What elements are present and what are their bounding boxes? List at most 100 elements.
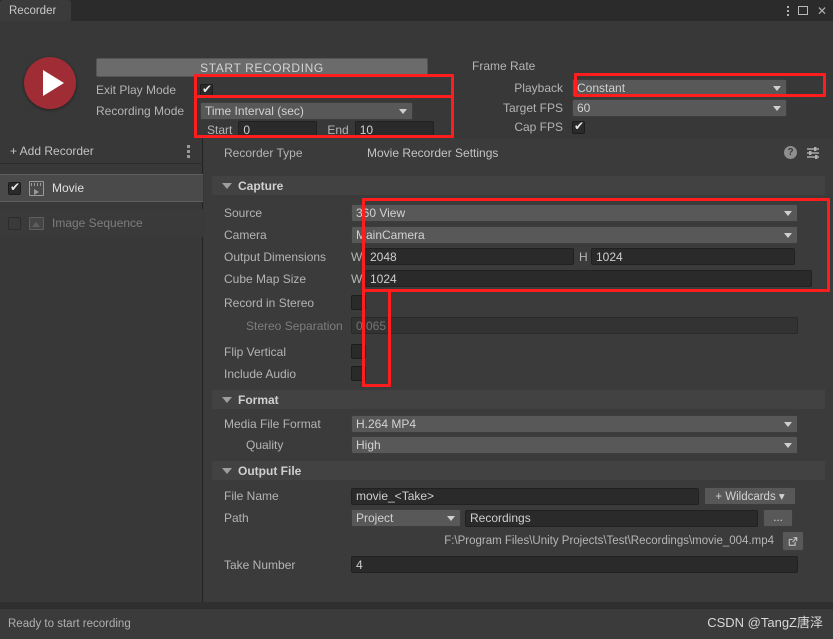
start-time-input[interactable]: 0 [238, 121, 318, 138]
output-height-prefix: H [579, 249, 588, 264]
media-file-format-dropdown[interactable]: H.264 MP4 [351, 415, 798, 433]
include-audio-checkbox[interactable] [351, 366, 366, 381]
record-in-stereo-label: Record in Stereo [224, 295, 315, 310]
flip-vertical-checkbox[interactable] [351, 344, 366, 359]
camera-row: Camera MainCamera [204, 226, 833, 244]
chevron-down-icon [399, 108, 407, 114]
recorder-type-row: Recorder Type Movie Recorder Settings ? [204, 138, 833, 168]
wildcards-button[interactable]: + Wildcards ▾ [704, 487, 796, 505]
camera-label: Camera [224, 228, 267, 242]
browse-path-label: ... [773, 512, 783, 524]
quality-row: Quality High [204, 436, 833, 454]
exit-play-mode-label: Exit Play Mode [96, 83, 177, 97]
recorder-list-sidebar: + Add Recorder Movie Image Sequence [0, 138, 203, 608]
wildcards-label: + Wildcards ▾ [715, 491, 785, 503]
chevron-down-icon [222, 396, 232, 403]
path-input[interactable]: Recordings [465, 509, 758, 527]
time-interval-row: Start 0 End 10 [207, 121, 434, 138]
stereo-separation-label: Stereo Separation [246, 318, 343, 333]
cube-map-width-value: 1024 [370, 271, 397, 286]
source-dropdown[interactable]: 360 View [351, 204, 798, 222]
media-file-format-value: H.264 MP4 [356, 417, 417, 431]
add-recorder-button[interactable]: + Add Recorder [0, 138, 203, 164]
exit-play-mode-row: Exit Play Mode [96, 82, 213, 98]
record-in-stereo-checkbox[interactable] [351, 295, 366, 310]
image-sequence-enabled-checkbox[interactable] [8, 216, 21, 230]
image-sequence-icon [29, 216, 44, 230]
start-recording-button[interactable]: START RECORDING [96, 58, 428, 77]
output-dimensions-row: Output Dimensions W 2048 H 1024 [204, 248, 833, 265]
include-audio-label: Include Audio [224, 366, 297, 381]
resolved-path-row: F:\Program Files\Unity Projects\Test\Rec… [204, 531, 833, 551]
output-dimensions-label: Output Dimensions [224, 249, 327, 264]
source-row: Source 360 View [204, 204, 833, 222]
record-play-button[interactable] [24, 57, 76, 109]
browse-path-button[interactable]: ... [763, 509, 793, 527]
target-fps-dropdown[interactable]: 60 [572, 99, 787, 117]
recorder-list-menu-icon[interactable] [187, 145, 190, 158]
chevron-down-icon [773, 106, 781, 111]
watermark: CSDN @TangZ唐泽 [707, 615, 823, 630]
take-number-value: 4 [356, 557, 363, 572]
sidebar-item-image-sequence-label: Image Sequence [52, 216, 143, 230]
maximize-icon[interactable] [797, 6, 808, 15]
quality-dropdown[interactable]: High [351, 436, 798, 454]
chevron-down-icon [773, 86, 781, 91]
include-audio-row: Include Audio [204, 366, 833, 381]
end-time-input[interactable]: 10 [354, 121, 434, 138]
help-icon[interactable]: ? [784, 146, 797, 159]
chevron-down-icon [784, 233, 792, 238]
window-menu-icon[interactable] [786, 5, 789, 16]
cap-fps-checkbox[interactable] [572, 119, 585, 134]
preset-settings-icon[interactable] [806, 146, 820, 159]
open-external-icon[interactable] [782, 531, 804, 551]
path-root-dropdown[interactable]: Project [351, 509, 461, 527]
media-file-format-label: Media File Format [224, 417, 321, 431]
flip-vertical-row: Flip Vertical [204, 344, 833, 359]
cube-map-size-row: Cube Map Size W 1024 [204, 270, 833, 287]
take-number-row: Take Number 4 [204, 556, 833, 573]
sidebar-item-movie[interactable]: Movie [0, 174, 203, 202]
section-output-file[interactable]: Output File [212, 461, 825, 480]
recording-mode-dropdown[interactable]: Time Interval (sec) [200, 101, 413, 120]
file-name-input[interactable]: movie_<Take> [351, 487, 699, 505]
camera-dropdown[interactable]: MainCamera [351, 226, 798, 244]
file-name-label: File Name [224, 489, 279, 503]
recorder-settings-panel: Recorder Type Movie Recorder Settings ? … [204, 138, 833, 608]
recorder-window: Recorder ✕ START RECORDING Exit Play Mod… [0, 0, 833, 639]
add-recorder-label: + Add Recorder [10, 143, 94, 158]
section-capture[interactable]: Capture [212, 176, 825, 195]
movie-enabled-checkbox[interactable] [8, 180, 21, 195]
output-height-input[interactable]: 1024 [591, 248, 795, 265]
start-time-value: 0 [243, 122, 251, 137]
window-controls: ✕ [786, 0, 827, 21]
playback-dropdown[interactable]: Constant [572, 79, 787, 97]
playback-row: Playback Constant [472, 79, 787, 97]
playback-value: Constant [577, 81, 626, 95]
cube-map-width-prefix: W [351, 271, 363, 286]
quality-label: Quality [246, 438, 284, 452]
file-name-row: File Name movie_<Take> + Wildcards ▾ [204, 487, 833, 505]
sidebar-item-image-sequence[interactable]: Image Sequence [0, 209, 203, 237]
stereo-separation-input[interactable]: 0.065 [351, 317, 798, 334]
output-width-input[interactable]: 2048 [365, 248, 574, 265]
section-format[interactable]: Format [212, 390, 825, 409]
frame-rate-title: Frame Rate [472, 59, 536, 73]
source-label: Source [224, 206, 263, 220]
take-number-input[interactable]: 4 [351, 556, 798, 573]
window-title-bar: Recorder ✕ [0, 0, 833, 21]
exit-play-mode-checkbox[interactable] [200, 82, 213, 97]
path-row: Path Project Recordings ... [204, 509, 833, 527]
tab-recorder[interactable]: Recorder [0, 0, 71, 21]
chevron-down-icon [784, 211, 792, 216]
chevron-down-icon [222, 182, 232, 189]
quality-value: High [356, 438, 381, 452]
close-icon[interactable]: ✕ [817, 5, 827, 17]
recorder-type-value: Movie Recorder Settings [367, 146, 499, 160]
end-label: End [327, 122, 349, 137]
path-value: Recordings [470, 511, 531, 525]
sidebar-item-movie-label: Movie [52, 181, 85, 195]
cube-map-width-input[interactable]: 1024 [365, 270, 812, 287]
playback-label: Playback [514, 81, 563, 95]
start-label: Start [207, 122, 233, 137]
